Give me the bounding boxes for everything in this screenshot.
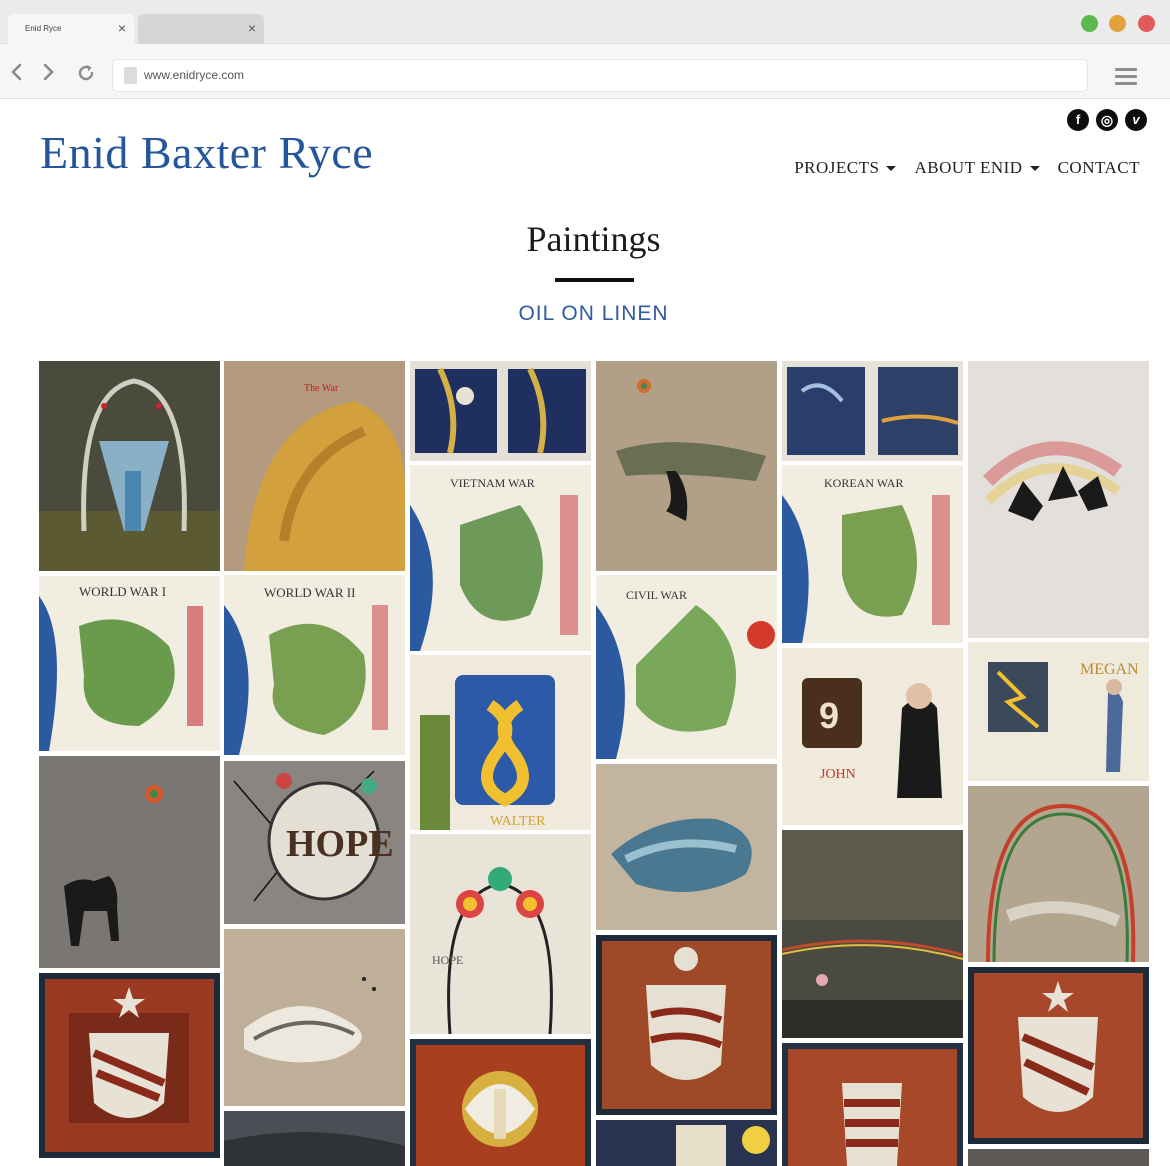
browser-menu-icon[interactable]: [1115, 68, 1137, 89]
window-close-button[interactable]: [1138, 15, 1155, 32]
painting-thumbnail[interactable]: 9 JOHN: [782, 648, 963, 825]
nav-label: PROJECTS: [794, 158, 880, 177]
painting-thumbnail[interactable]: [782, 830, 963, 1038]
painting-thumbnail[interactable]: [968, 967, 1149, 1144]
painting-thumbnail[interactable]: [596, 935, 777, 1115]
tab-close-icon[interactable]: ×: [118, 20, 126, 36]
svg-text:The War: The War: [304, 383, 339, 394]
svg-text:WORLD WAR II: WORLD WAR II: [264, 585, 355, 600]
back-arrow-icon[interactable]: [10, 63, 24, 85]
browser-toolbar: www.enidryce.com: [0, 44, 1170, 99]
painting-thumbnail[interactable]: [39, 361, 220, 571]
painting-thumbnail[interactable]: [968, 786, 1149, 962]
instagram-icon[interactable]: ◎: [1096, 109, 1118, 131]
painting-thumbnail[interactable]: MEGAN: [968, 642, 1149, 781]
tab-title: Enid Ryce: [25, 24, 62, 33]
nav-label: CONTACT: [1057, 158, 1140, 177]
url-text: www.enidryce.com: [144, 68, 245, 82]
painting-thumbnail[interactable]: VIETNAM WAR: [410, 465, 591, 651]
caret-down-icon: [1029, 165, 1040, 171]
window-maximize-button[interactable]: [1109, 15, 1126, 32]
painting-thumbnail[interactable]: [782, 361, 963, 461]
svg-text:WORLD WAR I: WORLD WAR I: [79, 584, 166, 599]
painting-thumbnail[interactable]: [410, 1039, 591, 1166]
painting-thumbnail[interactable]: WALTER: [410, 655, 591, 830]
svg-text:HOPE: HOPE: [286, 823, 394, 865]
painting-gallery: WORLD WAR I The War WORLD WAR II HOPE VI…: [39, 361, 1149, 1166]
painting-thumbnail[interactable]: KOREAN WAR: [782, 465, 963, 643]
painting-thumbnail[interactable]: WORLD WAR I: [39, 576, 220, 751]
page-heading: Paintings: [526, 219, 661, 259]
painting-thumbnail[interactable]: HOPE: [410, 834, 591, 1034]
painting-thumbnail[interactable]: [596, 1120, 777, 1166]
window-minimize-button[interactable]: [1081, 15, 1098, 32]
browser-tab-inactive[interactable]: ×: [138, 14, 264, 44]
painting-thumbnail[interactable]: [968, 1149, 1149, 1166]
painting-thumbnail[interactable]: [224, 929, 405, 1106]
tab-close-icon[interactable]: ×: [248, 20, 256, 36]
painting-thumbnail[interactable]: HOPE: [224, 761, 405, 924]
painting-thumbnail[interactable]: [968, 361, 1149, 638]
site-title[interactable]: Enid Baxter Ryce: [40, 126, 373, 179]
heading-divider: [555, 278, 634, 282]
painting-thumbnail[interactable]: CIVIL WAR: [596, 575, 777, 759]
svg-text:CIVIL WAR: CIVIL WAR: [626, 588, 687, 602]
svg-text:WALTER: WALTER: [490, 814, 546, 829]
svg-text:VIETNAM WAR: VIETNAM WAR: [450, 476, 535, 490]
main-nav: PROJECTS ABOUT ENID CONTACT: [794, 158, 1140, 178]
svg-text:HOPE: HOPE: [432, 953, 463, 967]
painting-thumbnail[interactable]: WORLD WAR II: [224, 575, 405, 755]
caret-down-icon: [886, 165, 897, 171]
svg-text:JOHN: JOHN: [820, 767, 856, 782]
painting-thumbnail[interactable]: [39, 756, 220, 968]
painting-thumbnail[interactable]: [410, 361, 591, 461]
nav-label: ABOUT ENID: [914, 158, 1023, 177]
painting-thumbnail[interactable]: The War: [224, 361, 405, 571]
browser-tab-active[interactable]: Enid Ryce ×: [8, 14, 134, 44]
page-doc-icon: [124, 67, 137, 84]
browser-tab-strip: Enid Ryce × ×: [0, 0, 1170, 44]
painting-thumbnail[interactable]: [39, 973, 220, 1158]
nav-item-contact[interactable]: CONTACT: [1058, 158, 1140, 178]
painting-thumbnail[interactable]: [782, 1043, 963, 1166]
svg-text:KOREAN WAR: KOREAN WAR: [824, 476, 903, 490]
painting-thumbnail[interactable]: [224, 1111, 405, 1166]
painting-thumbnail[interactable]: [596, 361, 777, 571]
vimeo-icon[interactable]: v: [1125, 109, 1147, 131]
svg-text:MEGAN: MEGAN: [1080, 661, 1139, 678]
reload-icon[interactable]: [76, 63, 96, 87]
forward-arrow-icon[interactable]: [41, 63, 55, 85]
address-bar[interactable]: www.enidryce.com: [112, 59, 1088, 92]
page-subheading: OIL ON LINEN: [518, 302, 669, 325]
nav-item-about[interactable]: ABOUT ENID: [914, 158, 1040, 178]
facebook-icon[interactable]: f: [1067, 109, 1089, 131]
nav-item-projects[interactable]: PROJECTS: [794, 158, 897, 178]
painting-thumbnail[interactable]: [596, 764, 777, 930]
svg-text:9: 9: [819, 695, 839, 736]
